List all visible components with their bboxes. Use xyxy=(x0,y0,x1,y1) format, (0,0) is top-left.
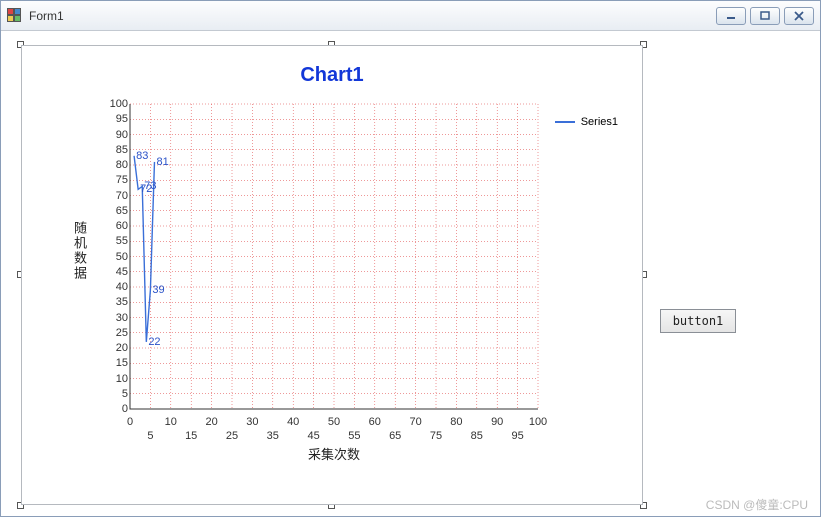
x-tick-label: 20 xyxy=(205,416,217,428)
x-tick-label: 50 xyxy=(328,416,340,428)
x-tick-label: 60 xyxy=(369,416,381,428)
y-tick-label: 5 xyxy=(122,388,128,400)
data-point-label: 22 xyxy=(148,336,160,348)
titlebar[interactable]: Form1 xyxy=(1,1,820,31)
data-point-label: 83 xyxy=(136,150,148,162)
data-point-label: 39 xyxy=(152,284,164,296)
x-tick-minor-label: 65 xyxy=(389,430,401,442)
app-icon xyxy=(7,8,23,24)
y-axis-ticks: 0510152025303540455055606570758085909510… xyxy=(100,104,128,409)
window-frame: Form1 Chart1 xyxy=(0,0,821,517)
y-tick-label: 30 xyxy=(116,312,128,324)
y-tick-label: 55 xyxy=(116,235,128,247)
y-tick-label: 65 xyxy=(116,205,128,217)
y-axis-label: 随机数据 xyxy=(70,221,89,281)
x-tick-label: 30 xyxy=(246,416,258,428)
y-tick-label: 45 xyxy=(116,266,128,278)
y-tick-label: 50 xyxy=(116,251,128,263)
y-tick-label: 10 xyxy=(116,373,128,385)
x-tick-minor-label: 85 xyxy=(471,430,483,442)
x-tick-label: 10 xyxy=(165,416,177,428)
y-tick-label: 0 xyxy=(122,403,128,415)
y-tick-label: 40 xyxy=(116,281,128,293)
y-tick-label: 80 xyxy=(116,159,128,171)
chart-legend: Series1 xyxy=(555,116,618,128)
x-tick-label: 100 xyxy=(529,416,547,428)
data-point-label: 81 xyxy=(156,156,168,168)
y-tick-label: 75 xyxy=(116,174,128,186)
plot-area xyxy=(130,104,538,409)
maximize-button[interactable] xyxy=(750,7,780,25)
x-tick-minor-label: 45 xyxy=(307,430,319,442)
close-button[interactable] xyxy=(784,7,814,25)
x-tick-label: 70 xyxy=(409,416,421,428)
x-tick-minor-label: 75 xyxy=(430,430,442,442)
window-title: Form1 xyxy=(29,9,64,23)
button1-label: button1 xyxy=(673,314,724,328)
x-tick-label: 40 xyxy=(287,416,299,428)
chart-selection: Chart1 随机数据 采集次数 05101520253035404550556… xyxy=(21,45,643,505)
watermark: CSDN @傻童:CPU xyxy=(706,496,808,513)
x-tick-minor-label: 55 xyxy=(348,430,360,442)
y-tick-label: 60 xyxy=(116,220,128,232)
legend-label: Series1 xyxy=(581,116,618,128)
y-tick-label: 20 xyxy=(116,342,128,354)
client-area: Chart1 随机数据 采集次数 05101520253035404550556… xyxy=(1,31,820,516)
y-tick-label: 35 xyxy=(116,296,128,308)
y-tick-label: 90 xyxy=(116,129,128,141)
x-axis-ticks: 0102030405060708090100515253545556575859… xyxy=(130,414,538,452)
data-point-label: 73 xyxy=(144,180,156,192)
x-tick-label: 0 xyxy=(127,416,133,428)
x-tick-minor-label: 5 xyxy=(147,430,153,442)
chart-title: Chart1 xyxy=(22,64,642,87)
y-tick-label: 25 xyxy=(116,327,128,339)
x-tick-minor-label: 25 xyxy=(226,430,238,442)
chart-control[interactable]: Chart1 随机数据 采集次数 05101520253035404550556… xyxy=(21,45,643,505)
y-tick-label: 70 xyxy=(116,190,128,202)
x-tick-label: 80 xyxy=(450,416,462,428)
y-tick-label: 100 xyxy=(110,98,128,110)
x-tick-minor-label: 35 xyxy=(267,430,279,442)
minimize-button[interactable] xyxy=(716,7,746,25)
x-tick-minor-label: 95 xyxy=(511,430,523,442)
x-tick-minor-label: 15 xyxy=(185,430,197,442)
button1[interactable]: button1 xyxy=(660,309,736,333)
y-tick-label: 15 xyxy=(116,357,128,369)
y-tick-label: 85 xyxy=(116,144,128,156)
y-tick-label: 95 xyxy=(116,113,128,125)
legend-swatch xyxy=(555,121,575,123)
x-tick-label: 90 xyxy=(491,416,503,428)
chart-svg xyxy=(130,104,538,409)
